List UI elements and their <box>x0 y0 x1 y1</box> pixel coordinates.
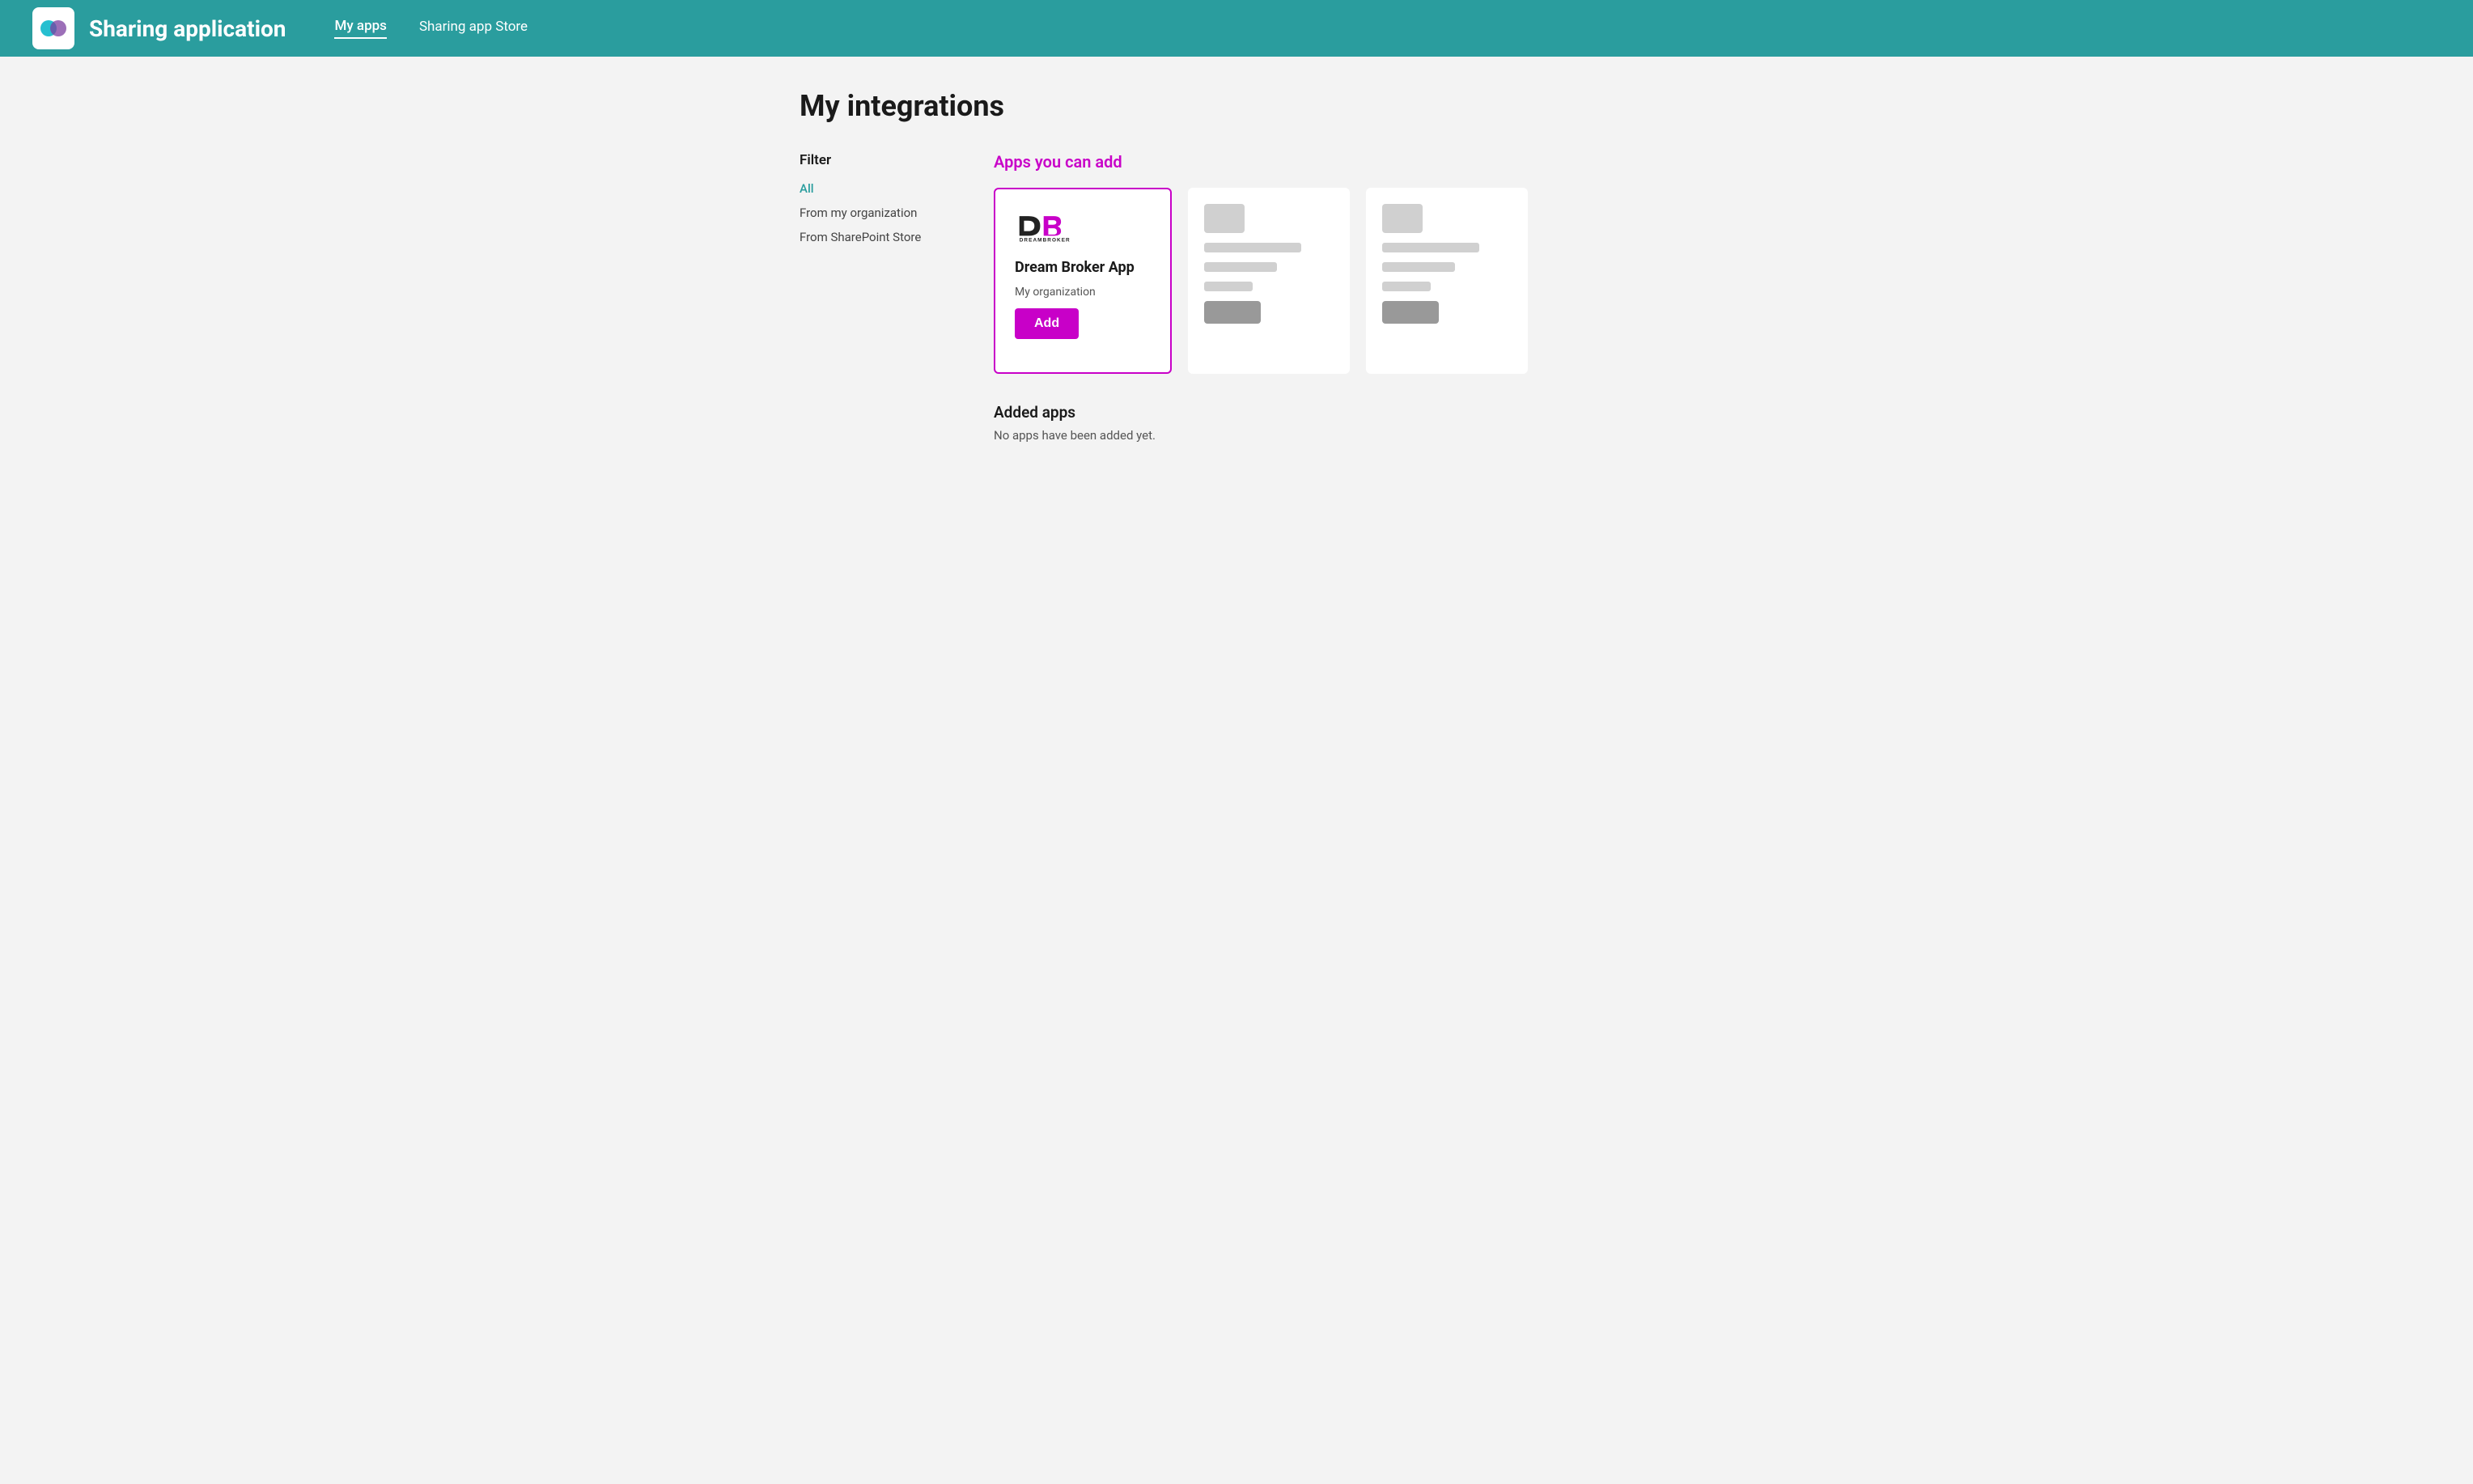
placeholder-line-3c <box>1382 282 1431 291</box>
header: Sharing application My apps Sharing app … <box>0 0 2473 57</box>
apps-grid: DREAMBROKER Dream Broker App My organiza… <box>994 188 1673 374</box>
placeholder-line-2a <box>1204 243 1301 252</box>
main-nav: My apps Sharing app Store <box>334 18 528 39</box>
filter-sidebar: Filter All From my organization From Sha… <box>800 152 961 244</box>
add-button[interactable]: Add <box>1015 308 1079 339</box>
filter-from-org[interactable]: From my organization <box>800 206 961 220</box>
placeholder-line-2b <box>1204 262 1277 272</box>
placeholder-card-3 <box>1366 188 1528 374</box>
filter-label: Filter <box>800 152 961 168</box>
dreambroker-logo: DREAMBROKER <box>1015 209 1151 246</box>
placeholder-line-3a <box>1382 243 1479 252</box>
placeholder-img-2 <box>1204 204 1245 233</box>
apps-section: Apps you can add DREAMBROKER <box>994 152 1673 443</box>
app-name: Dream Broker App <box>1015 259 1151 276</box>
nav-sharing-app-store[interactable]: Sharing app Store <box>419 19 528 38</box>
app-logo <box>32 7 74 49</box>
placeholder-btn-3 <box>1382 301 1439 324</box>
placeholder-line-3b <box>1382 262 1455 272</box>
apps-you-can-add-title: Apps you can add <box>994 152 1673 172</box>
placeholder-line-2c <box>1204 282 1253 291</box>
placeholder-img-3 <box>1382 204 1423 233</box>
content-layout: Filter All From my organization From Sha… <box>800 152 1673 443</box>
filter-from-sharepoint[interactable]: From SharePoint Store <box>800 230 961 244</box>
dreambroker-logo-svg: DREAMBROKER <box>1015 209 1096 246</box>
placeholder-card-2 <box>1188 188 1350 374</box>
added-apps-title: Added apps <box>994 403 1673 422</box>
page-title: My integrations <box>800 89 1673 123</box>
main-content: My integrations Filter All From my organ… <box>751 57 1722 475</box>
dream-broker-card: DREAMBROKER Dream Broker App My organiza… <box>994 188 1172 374</box>
filter-all[interactable]: All <box>800 181 961 196</box>
svg-text:DREAMBROKER: DREAMBROKER <box>1020 238 1071 244</box>
added-apps-empty: No apps have been added yet. <box>994 428 1673 443</box>
placeholder-btn-2 <box>1204 301 1261 324</box>
filter-list: All From my organization From SharePoint… <box>800 181 961 244</box>
nav-my-apps[interactable]: My apps <box>334 18 386 39</box>
app-org: My organization <box>1015 286 1151 299</box>
app-title: Sharing application <box>89 15 286 42</box>
